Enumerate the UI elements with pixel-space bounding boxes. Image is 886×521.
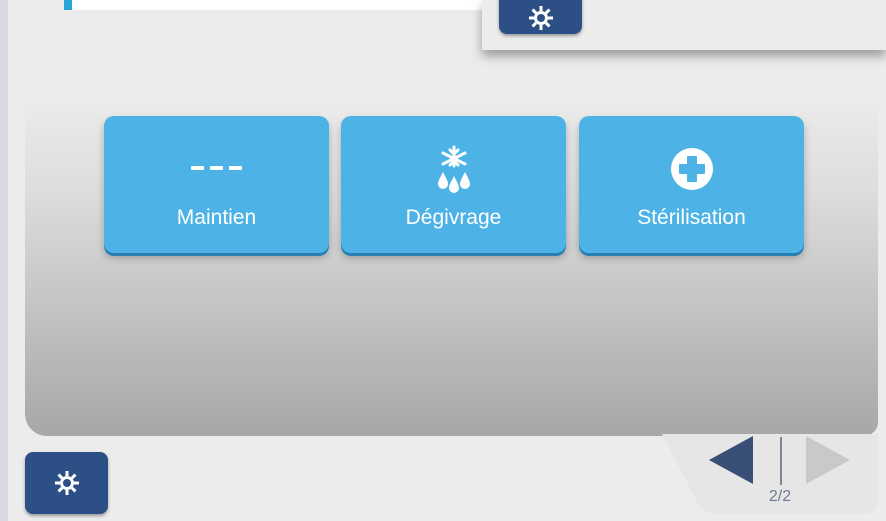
gear-icon [528,6,553,30]
top-status-bar [64,0,490,10]
next-page-button[interactable] [806,436,850,484]
settings-button-bottom[interactable] [25,452,108,514]
snowflake-drops-icon [341,144,566,194]
settings-button-top[interactable] [499,0,582,34]
maintien-label: Maintien [176,206,257,229]
sterilisation-label: Stérilisation [637,206,746,229]
page-indicator: 2/2 [768,488,792,505]
maintien-button[interactable]: Maintien [104,116,329,253]
sterilisation-button[interactable]: Stérilisation [579,116,804,253]
degivrage-button[interactable]: Dégivrage [341,116,566,253]
prev-page-button[interactable] [709,436,753,484]
plus-circle-icon [579,144,804,194]
gear-icon [54,471,79,495]
degivrage-label: Dégivrage [405,206,502,229]
dashes-icon [104,144,329,194]
